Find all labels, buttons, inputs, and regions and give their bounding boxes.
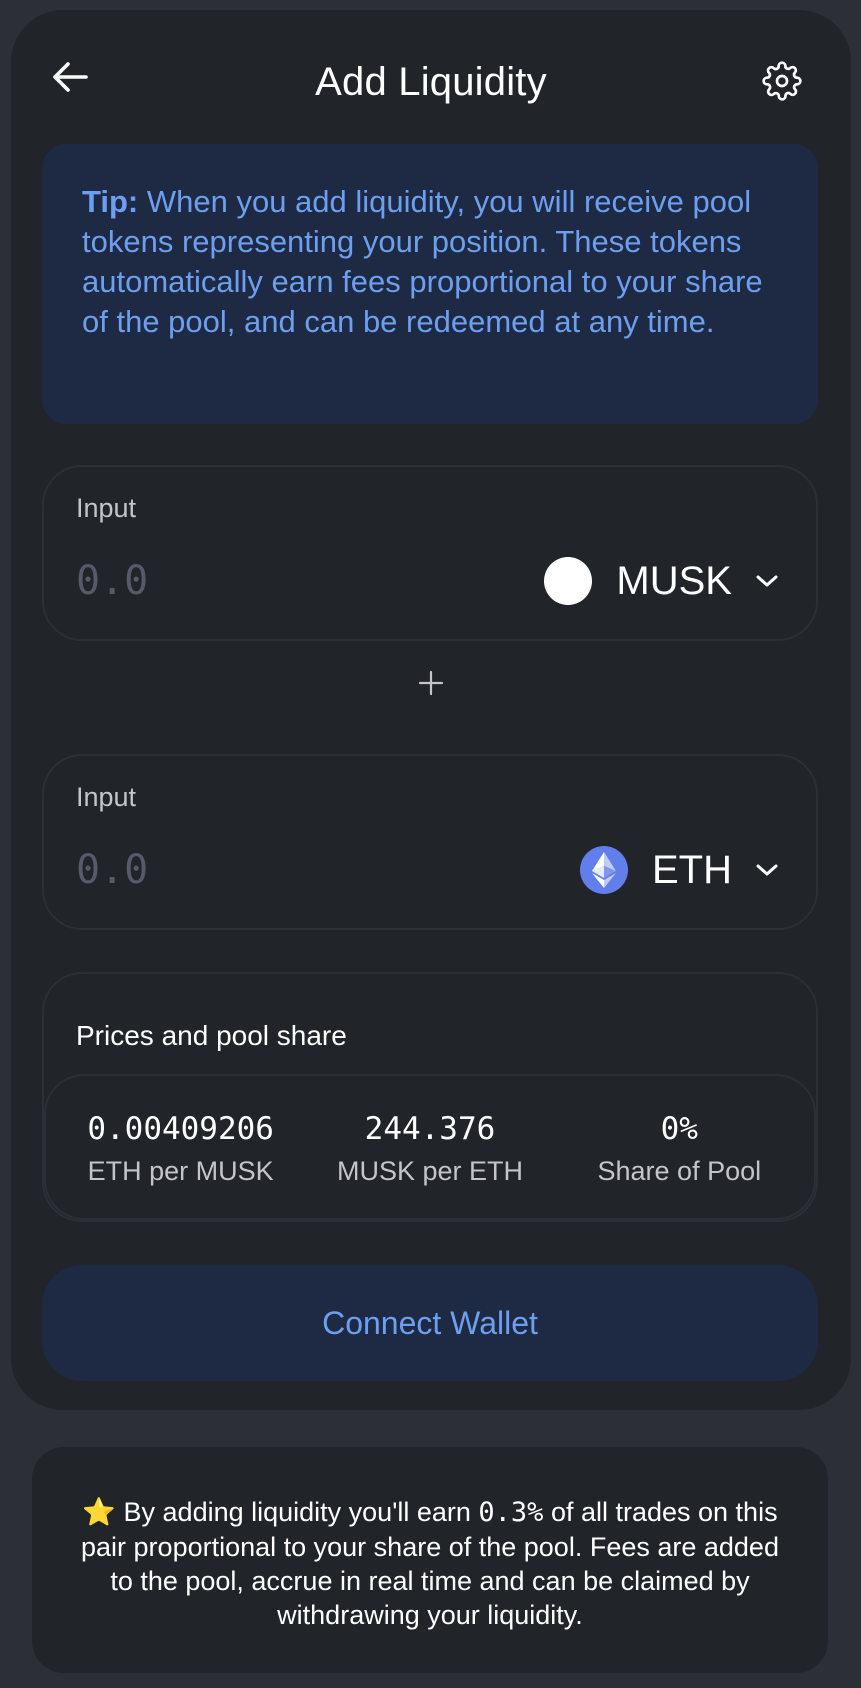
price-value: 0.00409206 bbox=[87, 1110, 274, 1147]
amount-input-eth[interactable] bbox=[76, 842, 436, 898]
token-select-eth[interactable]: ETH bbox=[580, 842, 780, 898]
currency-input-musk: Input MUSK bbox=[42, 465, 818, 641]
add-liquidity-card: Add Liquidity Tip: When you add liquidit… bbox=[11, 10, 851, 1410]
token-select-musk[interactable]: MUSK bbox=[544, 553, 780, 609]
price-label: MUSK per ETH bbox=[336, 1155, 523, 1186]
price-item-musk-per-eth: 244.376 MUSK per ETH bbox=[310, 1108, 550, 1187]
note-fee: 0.3% bbox=[478, 1497, 544, 1528]
plus-separator bbox=[11, 670, 851, 710]
price-value: 244.376 bbox=[364, 1110, 496, 1147]
chevron-down-icon bbox=[754, 857, 780, 883]
star-icon: ⭐ bbox=[82, 1497, 117, 1527]
price-label: Share of Pool bbox=[597, 1155, 762, 1186]
connect-wallet-button[interactable]: Connect Wallet bbox=[42, 1265, 818, 1381]
tip-text: When you add liquidity, you will receive… bbox=[82, 184, 763, 339]
input-label: Input bbox=[76, 782, 137, 812]
price-item-eth-per-musk: 0.00409206 ETH per MUSK bbox=[61, 1108, 301, 1187]
white-circle-token-icon bbox=[544, 557, 593, 605]
settings-button[interactable] bbox=[759, 60, 805, 106]
plus-icon bbox=[418, 670, 444, 710]
tip-banner: Tip: When you add liquidity, you will re… bbox=[42, 144, 818, 424]
token-symbol: ETH bbox=[652, 847, 732, 892]
amount-input-musk[interactable] bbox=[76, 553, 436, 609]
ethereum-icon bbox=[580, 846, 628, 894]
price-item-share-of-pool: 0% Share of Pool bbox=[559, 1108, 799, 1187]
tip-label: Tip: bbox=[82, 184, 139, 219]
prices-grid: 0.00409206 ETH per MUSK 244.376 MUSK per… bbox=[44, 1074, 816, 1220]
input-label: Input bbox=[76, 493, 137, 523]
header: Add Liquidity bbox=[11, 10, 851, 150]
note-text-part1: By adding liquidity you'll earn bbox=[116, 1497, 479, 1527]
currency-input-eth: Input ETH bbox=[42, 754, 818, 930]
price-value: 0% bbox=[660, 1110, 698, 1147]
price-label: ETH per MUSK bbox=[87, 1155, 274, 1186]
gear-icon bbox=[762, 60, 802, 106]
chevron-down-icon bbox=[754, 568, 780, 594]
prices-and-pool-share: Prices and pool share 0.00409206 ETH per… bbox=[42, 972, 818, 1222]
liquidity-info-note: ⭐ By adding liquidity you'll earn 0.3% o… bbox=[32, 1447, 828, 1673]
token-symbol: MUSK bbox=[616, 558, 732, 603]
page-title: Add Liquidity bbox=[315, 60, 547, 104]
prices-title: Prices and pool share bbox=[76, 1020, 347, 1051]
